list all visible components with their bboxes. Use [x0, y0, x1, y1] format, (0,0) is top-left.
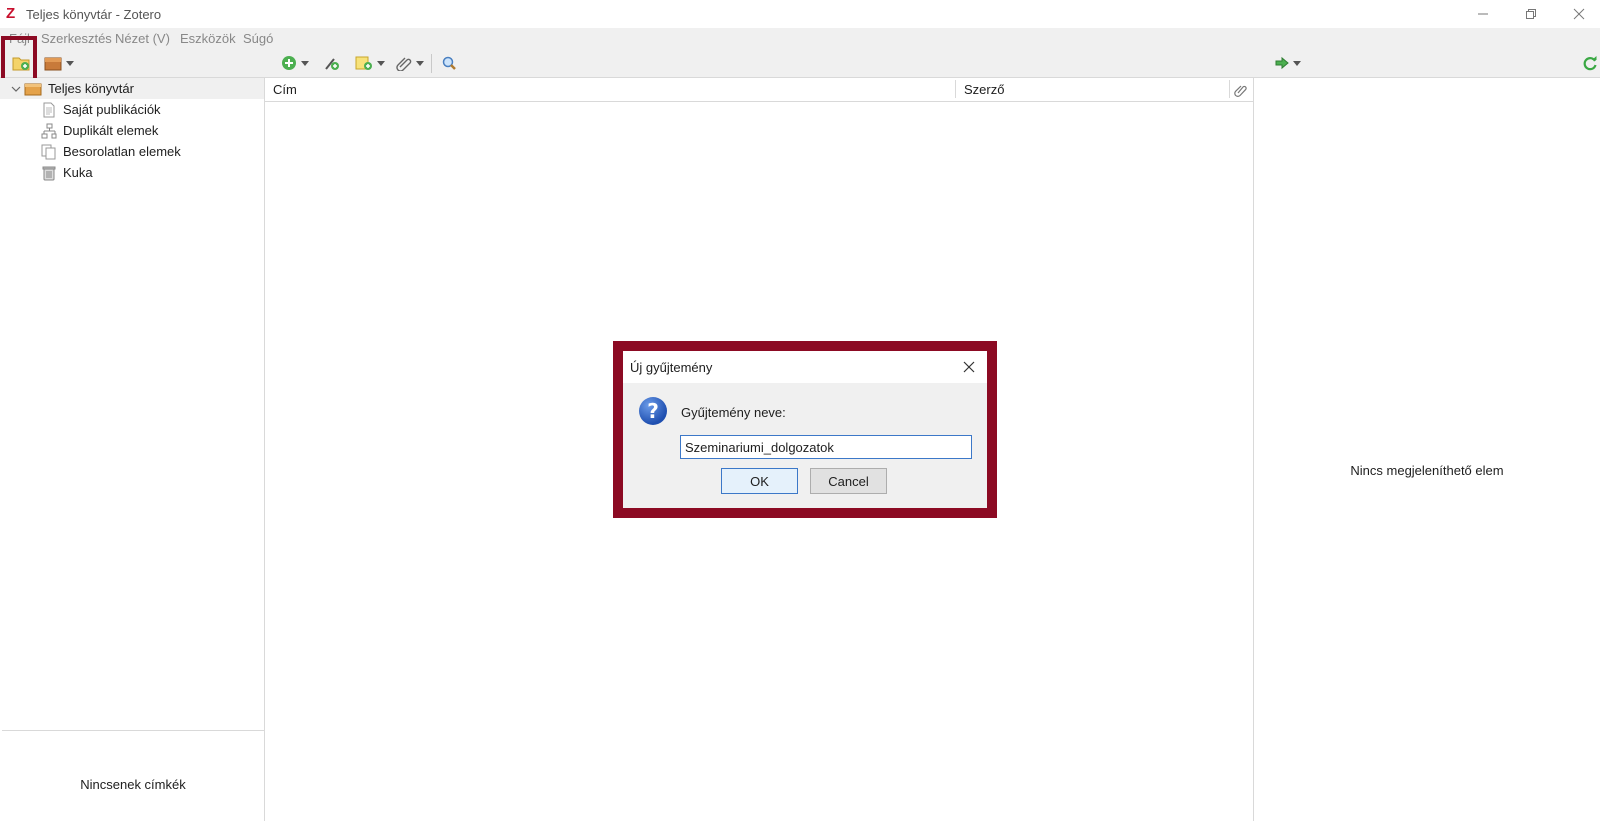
add-by-identifier-button[interactable]	[323, 53, 341, 73]
new-item-button[interactable]	[281, 53, 309, 73]
column-creator[interactable]: Szerző	[964, 82, 1004, 97]
minimize-button[interactable]	[1460, 2, 1506, 26]
question-icon: ?	[639, 397, 667, 425]
collection-name-input[interactable]	[680, 435, 972, 459]
dialog-titlebar: Új gyűjtemény	[623, 351, 987, 383]
collection-item-duplicates[interactable]: Duplikált elemek	[0, 120, 264, 141]
tags-empty-text: Nincsenek címkék	[80, 777, 186, 792]
item-pane-empty-text: Nincs megjeleníthető elem	[1350, 463, 1504, 478]
add-by-identifier-icon	[325, 58, 339, 70]
chevron-down-icon	[66, 60, 74, 66]
dialog-title: Új gyűjtemény	[630, 360, 713, 375]
locate-icon	[1275, 56, 1289, 70]
title-bar: Z Teljes könyvtár - Zotero	[0, 0, 1600, 28]
advanced-search-button[interactable]	[441, 53, 457, 73]
close-icon	[1573, 8, 1585, 20]
chevron-down-icon	[377, 60, 385, 66]
toolbar	[0, 50, 1600, 122]
dialog-prompt: Gyűjtemény neve:	[681, 405, 786, 420]
locate-button[interactable]	[1275, 53, 1301, 73]
restore-icon	[1526, 9, 1536, 19]
new-library-icon	[44, 57, 62, 71]
collection-item-trash[interactable]: Kuka	[0, 162, 264, 183]
ok-button[interactable]: OK	[721, 468, 798, 494]
add-attachment-button[interactable]	[396, 53, 424, 73]
collection-label: Duplikált elemek	[63, 123, 159, 138]
new-collection-highlight	[1, 36, 37, 82]
attachment-icon	[396, 57, 412, 71]
chevron-down-icon	[301, 60, 309, 66]
zotero-logo-icon: Z	[6, 5, 16, 22]
minimize-icon	[1478, 13, 1488, 15]
column-title[interactable]: Cím	[273, 82, 297, 97]
collection-item-library[interactable]: Teljes könyvtár	[0, 78, 264, 99]
column-separator[interactable]	[955, 80, 956, 98]
collections-pane: Teljes könyvtár Saját publikációk Duplik…	[0, 78, 265, 821]
new-note-icon	[355, 56, 372, 70]
close-window-button[interactable]	[1556, 2, 1600, 26]
new-item-icon	[282, 56, 296, 70]
menu-tools[interactable]: Eszközök	[180, 31, 236, 46]
duplicate-icon	[41, 123, 57, 138]
window-title: Teljes könyvtár - Zotero	[26, 7, 162, 22]
toolbar-separator	[431, 54, 432, 73]
chevron-down-icon	[11, 86, 21, 92]
unfiled-icon	[41, 144, 56, 159]
menu-help[interactable]: Súgó	[243, 31, 273, 46]
collection-label: Teljes könyvtár	[48, 81, 134, 96]
chevron-down-icon	[416, 60, 424, 66]
trash-icon	[42, 166, 56, 180]
advanced-search-icon	[442, 56, 456, 70]
collection-item-my-publications[interactable]: Saját publikációk	[0, 99, 264, 120]
sync-button[interactable]	[1582, 53, 1598, 73]
menu-edit[interactable]: Szerkesztés	[41, 31, 112, 46]
collection-item-unfiled[interactable]: Besorolatlan elemek	[0, 141, 264, 162]
collection-label: Saját publikációk	[63, 102, 161, 117]
document-icon	[43, 102, 55, 117]
cancel-button[interactable]: Cancel	[810, 468, 887, 494]
new-collection-dialog: Új gyűjtemény ? Gyűjtemény neve: OK Canc…	[623, 351, 987, 508]
restore-button[interactable]	[1508, 2, 1554, 26]
close-icon	[963, 361, 975, 373]
item-pane: Nincs megjeleníthető elem	[1254, 78, 1600, 821]
menu-bar: Fájl Szerkesztés Nézet (V) Eszközök Súgó	[0, 28, 1600, 50]
chevron-down-icon	[1293, 60, 1301, 66]
column-separator[interactable]	[1229, 80, 1230, 98]
collection-label: Besorolatlan elemek	[63, 144, 181, 159]
new-note-button[interactable]	[355, 53, 385, 73]
items-column-header: Cím Szerző	[265, 78, 1253, 102]
sync-icon	[1583, 56, 1597, 71]
library-icon	[24, 83, 42, 95]
new-library-button[interactable]	[44, 53, 74, 73]
menu-view[interactable]: Nézet (V)	[115, 31, 170, 46]
dialog-close-button[interactable]	[960, 358, 978, 376]
tag-selector: Nincsenek címkék	[2, 730, 264, 822]
attachment-column-icon[interactable]	[1234, 83, 1248, 97]
collection-label: Kuka	[63, 165, 93, 180]
